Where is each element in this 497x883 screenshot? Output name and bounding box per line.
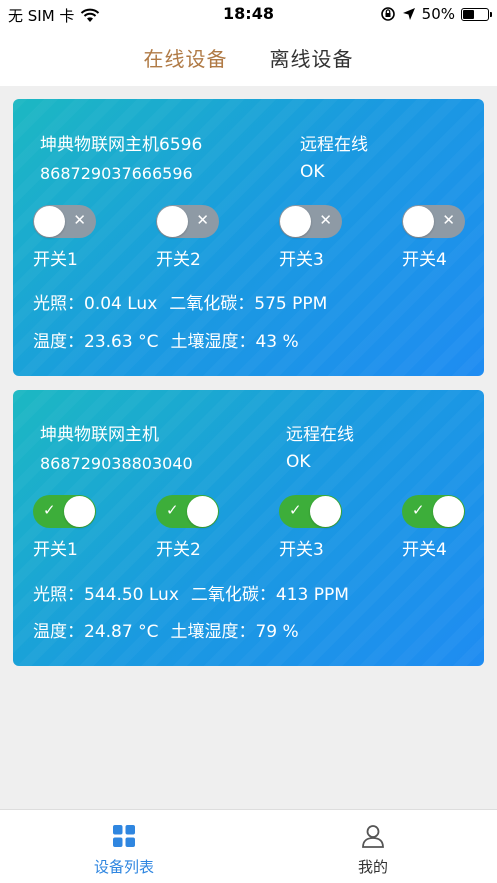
toggle-knob [187,496,218,527]
switch-4-toggle[interactable]: ✓ [402,495,465,528]
switch-1-toggle[interactable]: ✓ [33,495,96,528]
battery-icon [461,7,492,21]
toggle-knob [34,206,65,237]
switch-3-toggle[interactable]: ✓ [279,495,342,528]
temperature-reading: 温度：23.63 °C [33,332,159,352]
light-reading: 光照：0.04 Lux [33,294,158,314]
device-status-tabs: 在线设备 离线设备 [0,28,497,86]
check-icon: ✓ [289,501,302,519]
sensor-row-temp-humidity: 温度：24.87 °C 土壤湿度：79 % [33,617,299,642]
switch-label: 开关4 [402,540,447,560]
toggle-knob [280,206,311,237]
nav-device-list[interactable]: 设备列表 [0,810,248,883]
toggle-knob [310,496,341,527]
device-name: 坤典物联网主机 [40,425,159,445]
grid-icon [113,825,135,847]
switch-label: 开关4 [402,250,447,270]
remote-status-value: OK [286,452,311,472]
remote-status-label: 远程在线 [286,425,354,445]
device-name: 坤典物联网主机6596 [40,135,203,155]
device-id: 868729037666596 [40,164,193,183]
sensor-row-light-co2: 光照：544.50 Lux 二氧化碳：413 PPM [33,580,349,605]
switch-2-toggle[interactable]: ✓ [156,495,219,528]
close-icon: ✕ [73,211,86,229]
device-card[interactable]: 坤典物联网主机6596 868729037666596 远程在线 OK ✕ ✕ … [13,99,484,376]
close-icon: ✕ [196,211,209,229]
switch-3-toggle[interactable]: ✕ [279,205,342,238]
nav-label: 设备列表 [93,858,154,876]
bottom-tab-bar: 设备列表 我的 [0,809,497,883]
temperature-reading: 温度：24.87 °C [33,622,159,642]
nav-label: 我的 [357,858,388,876]
remote-status-value: OK [300,162,325,182]
battery-percent: 50% [421,5,455,23]
toggle-knob [64,496,95,527]
switch-label: 开关1 [33,250,78,270]
close-icon: ✕ [442,211,455,229]
co2-reading: 二氧化碳：575 PPM [169,294,328,314]
switch-4-toggle[interactable]: ✕ [402,205,465,238]
switch-label: 开关2 [156,250,201,270]
switch-label: 开关2 [156,540,201,560]
orientation-lock-icon [380,7,395,21]
toggle-knob [157,206,188,237]
soil-humidity-reading: 土壤湿度：79 % [170,622,299,642]
sensor-row-light-co2: 光照：0.04 Lux 二氧化碳：575 PPM [33,289,327,314]
device-card[interactable]: 坤典物联网主机 868729038803040 远程在线 OK ✓ ✓ ✓ ✓ … [13,390,484,666]
nav-mine[interactable]: 我的 [249,810,497,883]
switch-label: 开关3 [279,540,324,560]
switch-2-toggle[interactable]: ✕ [156,205,219,238]
soil-humidity-reading: 土壤湿度：43 % [170,332,299,352]
tab-offline-devices[interactable]: 离线设备 [270,43,354,72]
location-arrow-icon [402,8,415,20]
device-id: 868729038803040 [40,454,193,473]
remote-status-label: 远程在线 [300,135,368,155]
check-icon: ✓ [412,501,425,519]
check-icon: ✓ [43,501,56,519]
close-icon: ✕ [319,211,332,229]
status-bar: 无 SIM 卡 18:48 50% [0,0,497,28]
co2-reading: 二氧化碳：413 PPM [190,585,349,605]
battery-level-fill [463,9,474,19]
switch-label: 开关1 [33,540,78,560]
light-reading: 光照：544.50 Lux [33,585,179,605]
switch-1-toggle[interactable]: ✕ [33,205,96,238]
toggle-knob [403,206,434,237]
sensor-row-temp-humidity: 温度：23.63 °C 土壤湿度：43 % [33,327,299,352]
toggle-knob [433,496,464,527]
tab-online-devices[interactable]: 在线设备 [144,43,228,72]
check-icon: ✓ [166,501,179,519]
user-icon [362,825,384,848]
switch-label: 开关3 [279,250,324,270]
